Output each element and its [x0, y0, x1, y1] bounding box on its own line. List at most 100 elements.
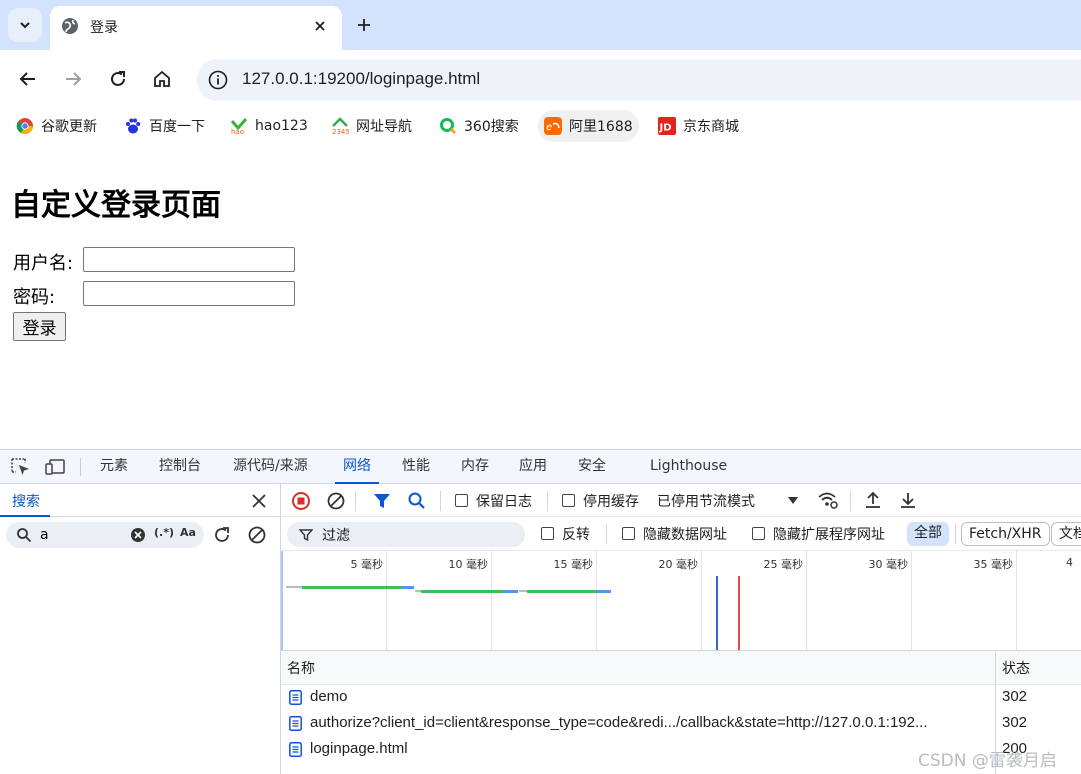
table-row[interactable]: authorize?client_id=client&response_type… — [281, 711, 1081, 737]
browser-toolbar: 127.0.0.1:19200/loginpage.html — [0, 50, 1081, 110]
filter-icon[interactable] — [372, 491, 392, 511]
match-case-toggle[interactable]: Aa — [180, 526, 196, 539]
filter-placeholder: 过滤 — [322, 528, 350, 544]
timeline-tick: 15 毫秒 — [553, 558, 594, 571]
table-header: 名称 状态 — [281, 651, 1081, 685]
search-icon[interactable] — [407, 491, 427, 511]
close-icon — [315, 21, 325, 31]
watermark: CSDN @雷袭月启 — [918, 751, 1057, 771]
back-button[interactable] — [15, 66, 41, 92]
tab-divider — [80, 458, 81, 476]
tab-console[interactable]: 控制台 — [159, 450, 201, 484]
bookmark-jd[interactable]: JD 京东商城 — [652, 110, 745, 142]
timeline-tick: 20 毫秒 — [658, 558, 699, 571]
new-tab-button[interactable] — [352, 13, 376, 37]
hide-extension-urls-checkbox[interactable] — [752, 527, 765, 540]
address-bar[interactable]: 127.0.0.1:19200/loginpage.html — [197, 59, 1081, 101]
svg-text:e: e — [546, 122, 552, 133]
request-bar-queue — [286, 586, 302, 588]
tab-sources[interactable]: 源代码/来源 — [233, 450, 308, 484]
tab-elements[interactable]: 元素 — [100, 450, 128, 484]
network-conditions-icon[interactable] — [817, 490, 839, 510]
svg-text:hao: hao — [231, 128, 244, 135]
network-toolbar: 保留日志 停用缓存 已停用节流模式 — [281, 484, 1081, 517]
search-input[interactable] — [40, 525, 120, 545]
record-stop-icon[interactable] — [291, 491, 311, 511]
search-icon — [17, 528, 32, 543]
throttling-select[interactable]: 已停用节流模式 — [657, 491, 755, 511]
preserve-log-checkbox[interactable] — [455, 494, 468, 507]
clear-icon[interactable] — [130, 527, 146, 543]
dom-content-loaded-marker — [716, 576, 718, 650]
username-input[interactable] — [83, 247, 295, 272]
search-tab[interactable]: 搜索 — [12, 491, 40, 511]
bookmark-hao123[interactable]: hao hao123 — [224, 110, 314, 142]
info-icon[interactable] — [207, 69, 229, 91]
preserve-log-label: 保留日志 — [476, 494, 532, 510]
disable-cache-checkbox[interactable] — [562, 494, 575, 507]
devtools-panel: 元素 控制台 源代码/来源 网络 性能 内存 应用 安全 Lighthouse … — [0, 449, 1081, 774]
hide-extension-urls-label: 隐藏扩展程序网址 — [773, 527, 885, 543]
regex-toggle[interactable]: (.*) — [154, 526, 174, 539]
tab-application[interactable]: 应用 — [519, 450, 547, 484]
timeline-tick: 5 毫秒 — [350, 558, 384, 571]
tab-lighthouse[interactable]: Lighthouse — [650, 450, 727, 484]
export-har-icon[interactable] — [898, 490, 918, 510]
bookmark-label: 百度一下 — [149, 119, 205, 135]
request-bar-download — [597, 590, 611, 593]
tab-search-button[interactable] — [8, 8, 42, 42]
timeline-start-handle[interactable] — [281, 551, 283, 650]
table-row[interactable]: demo 302 — [281, 685, 1081, 711]
filter-input[interactable]: 过滤 — [287, 522, 525, 547]
separator — [850, 491, 851, 511]
column-status-header[interactable]: 状态 — [1002, 658, 1030, 678]
refresh-icon[interactable] — [212, 525, 232, 545]
svg-text:2345: 2345 — [332, 128, 349, 135]
timeline-gridline — [491, 551, 492, 650]
tab-performance[interactable]: 性能 — [402, 450, 430, 484]
type-filter-all[interactable]: 全部 — [907, 522, 949, 546]
clear-results-icon[interactable] — [247, 525, 267, 545]
type-filter-doc[interactable]: 文档 — [1051, 522, 1081, 546]
tab-title: 登录 — [90, 20, 118, 36]
bookmark-chrome[interactable]: 谷歌更新 — [10, 110, 103, 142]
bookmark-baidu[interactable]: 百度一下 — [118, 110, 211, 142]
arrow-right-icon — [66, 72, 82, 86]
clear-log-icon[interactable] — [326, 491, 346, 511]
column-name-header[interactable]: 名称 — [287, 658, 315, 678]
search-box: (.*) Aa — [6, 522, 204, 548]
import-har-icon[interactable] — [863, 490, 883, 510]
request-name: loginpage.html — [310, 740, 408, 757]
bookmark-label: hao123 — [255, 118, 308, 134]
invert-checkbox[interactable] — [541, 527, 554, 540]
home-button[interactable] — [149, 66, 175, 92]
forward-button[interactable] — [60, 66, 86, 92]
bookmark-360[interactable]: 360搜索 — [433, 110, 525, 142]
timeline-tick: 25 毫秒 — [763, 558, 804, 571]
device-toolbar-icon[interactable] — [45, 458, 65, 476]
bookmark-label: 网址导航 — [356, 119, 412, 135]
password-input[interactable] — [83, 281, 295, 306]
close-icon[interactable] — [250, 492, 268, 510]
type-filter-fetch-xhr[interactable]: Fetch/XHR — [961, 522, 1050, 546]
bookmark-label: 谷歌更新 — [41, 119, 97, 135]
bookmark-2345[interactable]: 2345 网址导航 — [325, 110, 418, 142]
globe-icon — [62, 18, 78, 34]
reload-button[interactable] — [105, 66, 131, 92]
tab-network[interactable]: 网络 — [335, 450, 379, 484]
inspect-element-icon[interactable] — [11, 458, 31, 476]
chrome-icon — [16, 118, 33, 135]
tab-security[interactable]: 安全 — [578, 450, 606, 484]
timeline-tick: 30 毫秒 — [868, 558, 909, 571]
caret-down-icon[interactable] — [787, 496, 799, 506]
browser-tab[interactable]: 登录 — [50, 6, 342, 50]
network-timeline-overview[interactable]: 5 毫秒 10 毫秒 15 毫秒 20 毫秒 25 毫秒 30 毫秒 35 毫秒… — [281, 551, 1081, 651]
login-button[interactable]: 登录 — [13, 312, 66, 341]
tab-close-button[interactable] — [310, 16, 330, 36]
bookmark-1688[interactable]: e 阿里1688 — [538, 110, 639, 142]
hide-data-urls-checkbox[interactable] — [622, 527, 635, 540]
request-bar-authorize — [421, 590, 503, 593]
chevron-down-icon — [20, 22, 30, 29]
tab-memory[interactable]: 内存 — [461, 450, 489, 484]
request-bar-download — [503, 590, 518, 593]
